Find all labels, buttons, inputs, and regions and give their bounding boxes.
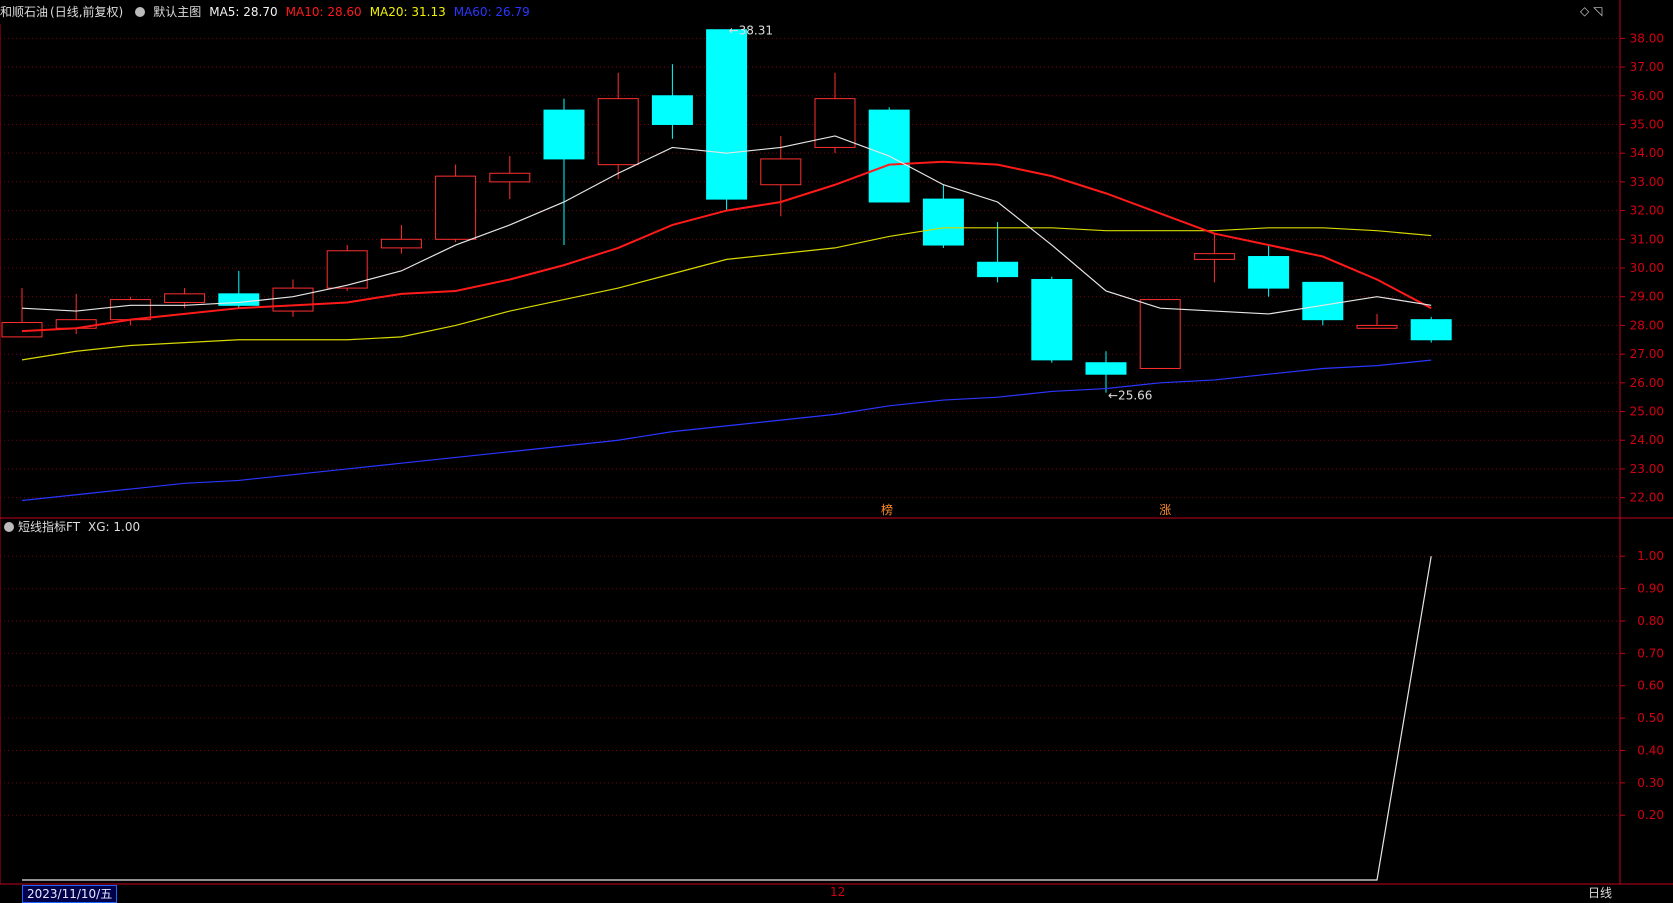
sub-y-tick-label: 0.80	[1637, 614, 1664, 628]
y-tick-label: 35.00	[1630, 117, 1664, 131]
candle-body	[272, 287, 314, 312]
y-tick-label: 36.00	[1630, 89, 1664, 103]
candle-body	[435, 175, 477, 240]
y-tick-label: 37.00	[1630, 60, 1664, 74]
month-label: 12	[830, 885, 846, 899]
candle-body	[922, 198, 964, 246]
bottom-time-axis: 2023/11/10/五 12 日线	[0, 884, 1620, 903]
period-label[interactable]: 日线	[1588, 884, 1612, 902]
tag-zhang: 涨	[1159, 502, 1171, 517]
y-tick-label: 28.00	[1630, 318, 1664, 332]
candle-body	[1031, 278, 1073, 361]
candle-body	[977, 261, 1019, 278]
candle-body	[706, 29, 748, 200]
sub-y-tick-label: 0.40	[1637, 743, 1664, 757]
y-tick-label: 23.00	[1630, 462, 1664, 476]
y-tick-label: 25.00	[1630, 405, 1664, 419]
candle-body	[760, 158, 802, 186]
sub-y-tick-label: 0.20	[1637, 808, 1664, 822]
y-tick-label: 22.00	[1630, 491, 1664, 505]
y-tick-label: 33.00	[1630, 175, 1664, 189]
candle-body	[109, 299, 151, 321]
sub-y-tick-label: 0.70	[1637, 646, 1664, 660]
candle-body	[1410, 319, 1452, 341]
candle-body	[326, 250, 368, 289]
candle-body	[1302, 281, 1344, 321]
y-tick-label: 32.00	[1630, 204, 1664, 218]
y-tick-label: 27.00	[1630, 347, 1664, 361]
sub-y-tick-label: 0.50	[1637, 711, 1664, 725]
date-cursor: 2023/11/10/五	[22, 885, 118, 903]
y-tick-label: 29.00	[1630, 290, 1664, 304]
sub-y-tick-label: 0.90	[1637, 582, 1664, 596]
y-tick-label: 24.00	[1630, 433, 1664, 447]
y-tick-label: 31.00	[1630, 232, 1664, 246]
y-tick-label: 26.00	[1630, 376, 1664, 390]
candle-body	[380, 238, 422, 249]
candle-body	[1139, 299, 1181, 369]
candle-body	[814, 98, 856, 148]
high-marker: ←38.31	[729, 23, 773, 37]
tag-bang: 榜	[881, 502, 893, 517]
sub-y-tick-label: 0.60	[1637, 679, 1664, 693]
sub-y-tick-label: 0.30	[1637, 776, 1664, 790]
candle-body	[164, 293, 206, 303]
candle-body	[543, 109, 585, 160]
ma60-line	[21, 359, 1432, 502]
candle-body	[597, 98, 639, 166]
candle-body	[1193, 253, 1235, 260]
candle-body	[651, 95, 693, 125]
candle-body	[1356, 324, 1398, 329]
low-marker: ←25.66	[1108, 389, 1152, 403]
y-tick-label: 38.00	[1630, 31, 1664, 45]
candle-body	[489, 172, 531, 183]
candle-body	[1248, 256, 1290, 289]
candle-body	[1085, 362, 1127, 375]
chart-canvas[interactable]: 38.00 37.00 36.00 35.00 34.00 33.00 32.00 31.00…	[0, 0, 1673, 903]
y-tick-label: 30.00	[1630, 261, 1664, 275]
sub-y-tick-label: 1.00	[1637, 549, 1664, 563]
xg-line	[22, 556, 1432, 881]
y-tick-label: 34.00	[1630, 146, 1664, 160]
